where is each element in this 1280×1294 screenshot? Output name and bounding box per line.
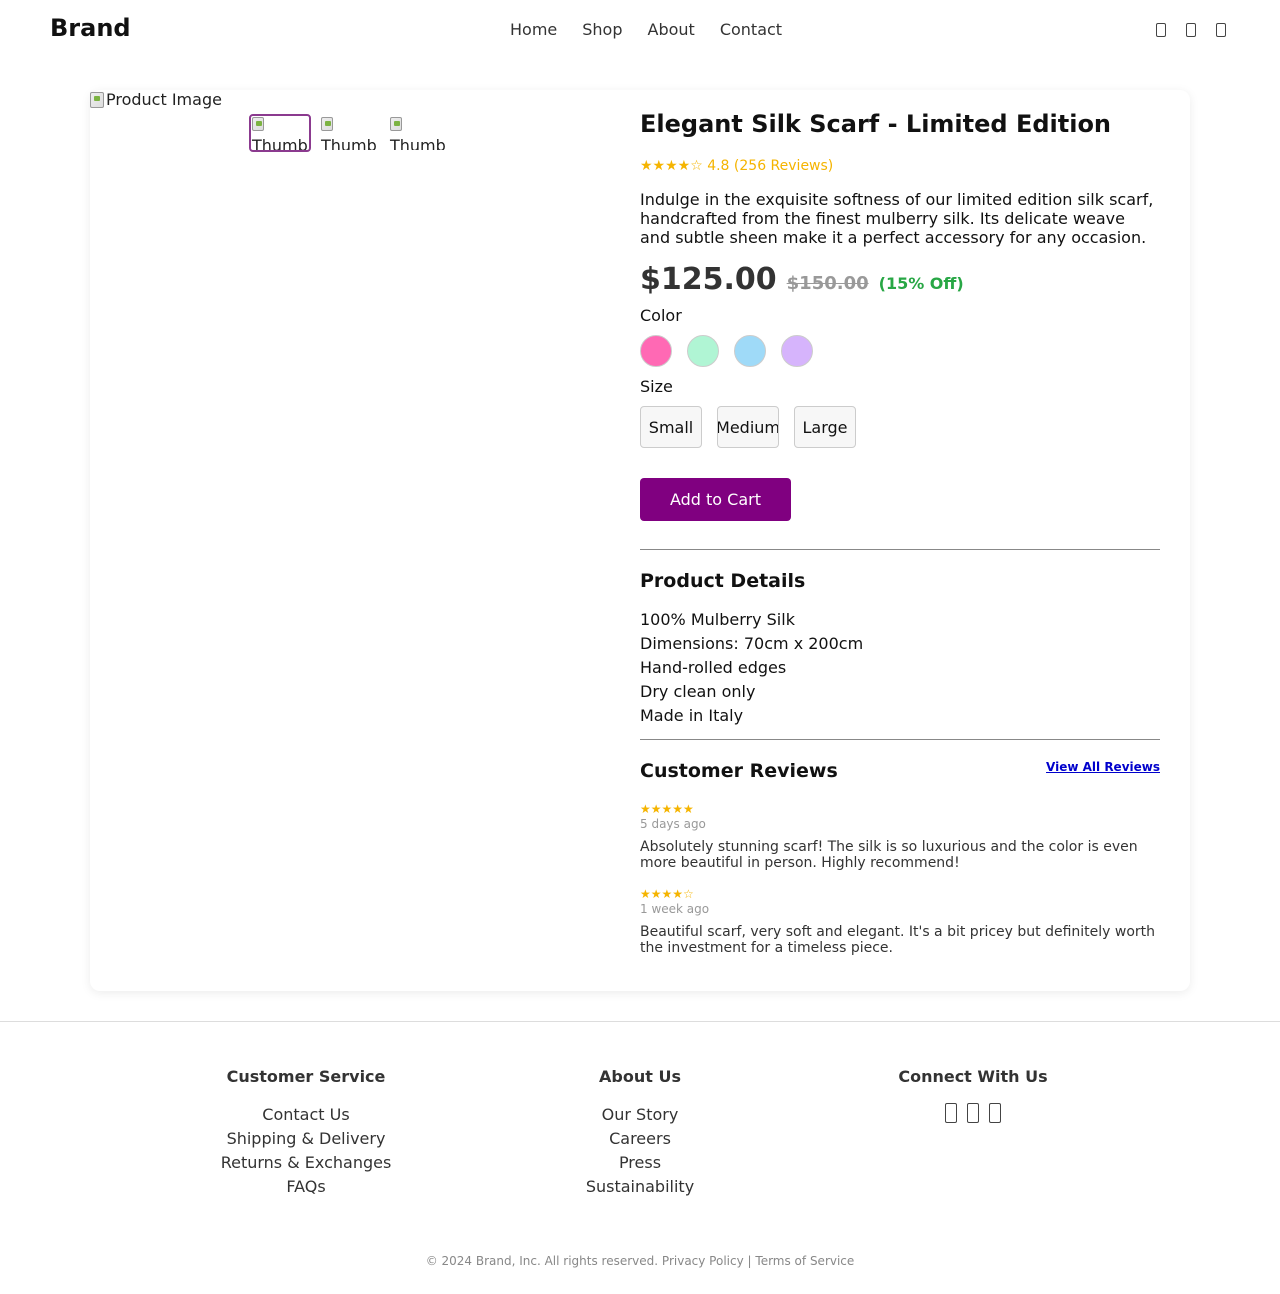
detail-item: Dry clean only — [640, 682, 756, 701]
brand-logo[interactable]: Brand — [50, 14, 131, 42]
header-icons — [1156, 20, 1230, 40]
customer-reviews-title: Customer Reviews — [640, 760, 838, 782]
footer-customer-service: Customer Service Contact Us Shipping & D… — [206, 1066, 406, 1199]
review-text: Absolutely stunning scarf! The silk is s… — [640, 839, 1138, 871]
add-to-cart-button[interactable]: Add to Cart — [640, 478, 791, 521]
color-swatch-pink[interactable] — [640, 335, 672, 367]
size-large-button[interactable]: Large — [794, 406, 856, 448]
main-image-alt: Product Image — [106, 90, 222, 109]
thumbnail-alt: Thumbnail — [390, 136, 447, 152]
original-price: $150.00 — [786, 273, 869, 294]
footer-link-careers[interactable]: Careers — [540, 1127, 740, 1151]
color-swatches — [640, 335, 813, 367]
footer-link-our-story[interactable]: Our Story — [540, 1103, 740, 1127]
product-details-title: Product Details — [640, 570, 806, 592]
twitter-icon[interactable] — [989, 1103, 1001, 1123]
copyright-bar: © 2024 Brand, Inc. All rights reserved. … — [0, 1254, 1280, 1268]
view-all-reviews-link[interactable]: View All Reviews — [1046, 760, 1160, 774]
color-label: Color — [640, 306, 682, 325]
nav-home[interactable]: Home — [510, 20, 557, 39]
detail-item: Dimensions: 70cm x 200cm — [640, 634, 864, 653]
thumbnail-3[interactable]: Thumbnail — [387, 114, 449, 152]
review-date: 5 days ago — [640, 817, 706, 831]
footer-divider — [0, 1021, 1280, 1022]
footer-about-us: About Us Our Story Careers Press Sustain… — [540, 1066, 740, 1199]
footer-column-title: Customer Service — [226, 1067, 386, 1086]
thumbnail-1[interactable]: Thumbnail — [249, 114, 311, 152]
product-details-list: 100% Mulberry Silk Dimensions: 70cm x 20… — [640, 608, 863, 728]
discount-badge: (15% Off) — [878, 274, 964, 293]
product-description: Indulge in the exquisite softness of our… — [640, 190, 1154, 247]
footer-link-faqs[interactable]: FAQs — [206, 1175, 406, 1199]
broken-image-icon — [90, 91, 104, 108]
thumbnail-alt: Thumbnail — [252, 136, 309, 152]
product-card: Product Image Thumbnail Thumbnail Thumbn… — [90, 90, 1190, 991]
privacy-policy-link[interactable]: Privacy Policy — [662, 1254, 744, 1268]
footer-link-returns[interactable]: Returns & Exchanges — [206, 1151, 406, 1175]
search-icon[interactable] — [1156, 20, 1170, 40]
current-price: $125.00 — [640, 262, 777, 297]
cart-icon[interactable] — [1216, 20, 1230, 40]
nav-about[interactable]: About — [648, 20, 695, 39]
price-row: $125.00 $150.00 (15% Off) — [640, 262, 964, 297]
instagram-icon[interactable] — [967, 1103, 979, 1123]
detail-item: Hand-rolled edges — [640, 658, 787, 677]
review-stars: ★★★★☆ — [640, 887, 694, 901]
size-options: Small Medium Large — [640, 406, 856, 448]
broken-image-icon — [252, 117, 264, 131]
footer-link-contact-us[interactable]: Contact Us — [206, 1103, 406, 1127]
review-item: ★★★★★ 5 days ago Absolutely stunning sca… — [640, 802, 1160, 871]
facebook-icon[interactable] — [945, 1103, 957, 1123]
product-main-image: Product Image — [90, 90, 222, 109]
footer-column-title: Connect With Us — [898, 1067, 1048, 1086]
user-icon[interactable] — [1186, 20, 1200, 40]
size-label: Size — [640, 377, 673, 396]
size-medium-button[interactable]: Medium — [717, 406, 779, 448]
social-icons — [873, 1103, 1073, 1123]
footer-column-title: About Us — [599, 1067, 681, 1086]
product-rating: ★★★★☆ 4.8 (256 Reviews) — [640, 158, 834, 174]
divider — [640, 549, 1160, 550]
color-swatch-mint[interactable] — [687, 335, 719, 367]
review-date: 1 week ago — [640, 902, 710, 916]
divider — [640, 739, 1160, 740]
thumbnail-strip: Thumbnail Thumbnail Thumbnail — [249, 114, 449, 152]
footer-link-press[interactable]: Press — [540, 1151, 740, 1175]
site-header: Brand Home Shop About Contact — [0, 0, 1280, 62]
color-swatch-lavender[interactable] — [781, 335, 813, 367]
broken-image-icon — [321, 117, 333, 131]
detail-item: Made in Italy — [640, 706, 744, 725]
size-small-button[interactable]: Small — [640, 406, 702, 448]
thumbnail-2[interactable]: Thumbnail — [318, 114, 380, 152]
thumbnail-alt: Thumbnail — [321, 136, 378, 152]
footer-separator: | — [747, 1254, 752, 1268]
nav-contact[interactable]: Contact — [720, 20, 782, 39]
terms-of-service-link[interactable]: Terms of Service — [755, 1254, 854, 1268]
detail-item: 100% Mulberry Silk — [640, 610, 795, 629]
main-nav: Home Shop About Contact — [510, 20, 782, 39]
copyright-text: © 2024 Brand, Inc. All rights reserved. — [425, 1254, 659, 1268]
product-title: Elegant Silk Scarf - Limited Edition — [640, 110, 1112, 138]
nav-shop[interactable]: Shop — [582, 20, 622, 39]
broken-image-icon — [390, 117, 402, 131]
review-stars: ★★★★★ — [640, 802, 694, 816]
review-text: Beautiful scarf, very soft and elegant. … — [640, 924, 1156, 956]
review-item: ★★★★☆ 1 week ago Beautiful scarf, very s… — [640, 887, 1160, 956]
color-swatch-blue[interactable] — [734, 335, 766, 367]
footer-connect: Connect With Us — [873, 1066, 1073, 1123]
footer-link-sustainability[interactable]: Sustainability — [540, 1175, 740, 1199]
footer-link-shipping[interactable]: Shipping & Delivery — [206, 1127, 406, 1151]
